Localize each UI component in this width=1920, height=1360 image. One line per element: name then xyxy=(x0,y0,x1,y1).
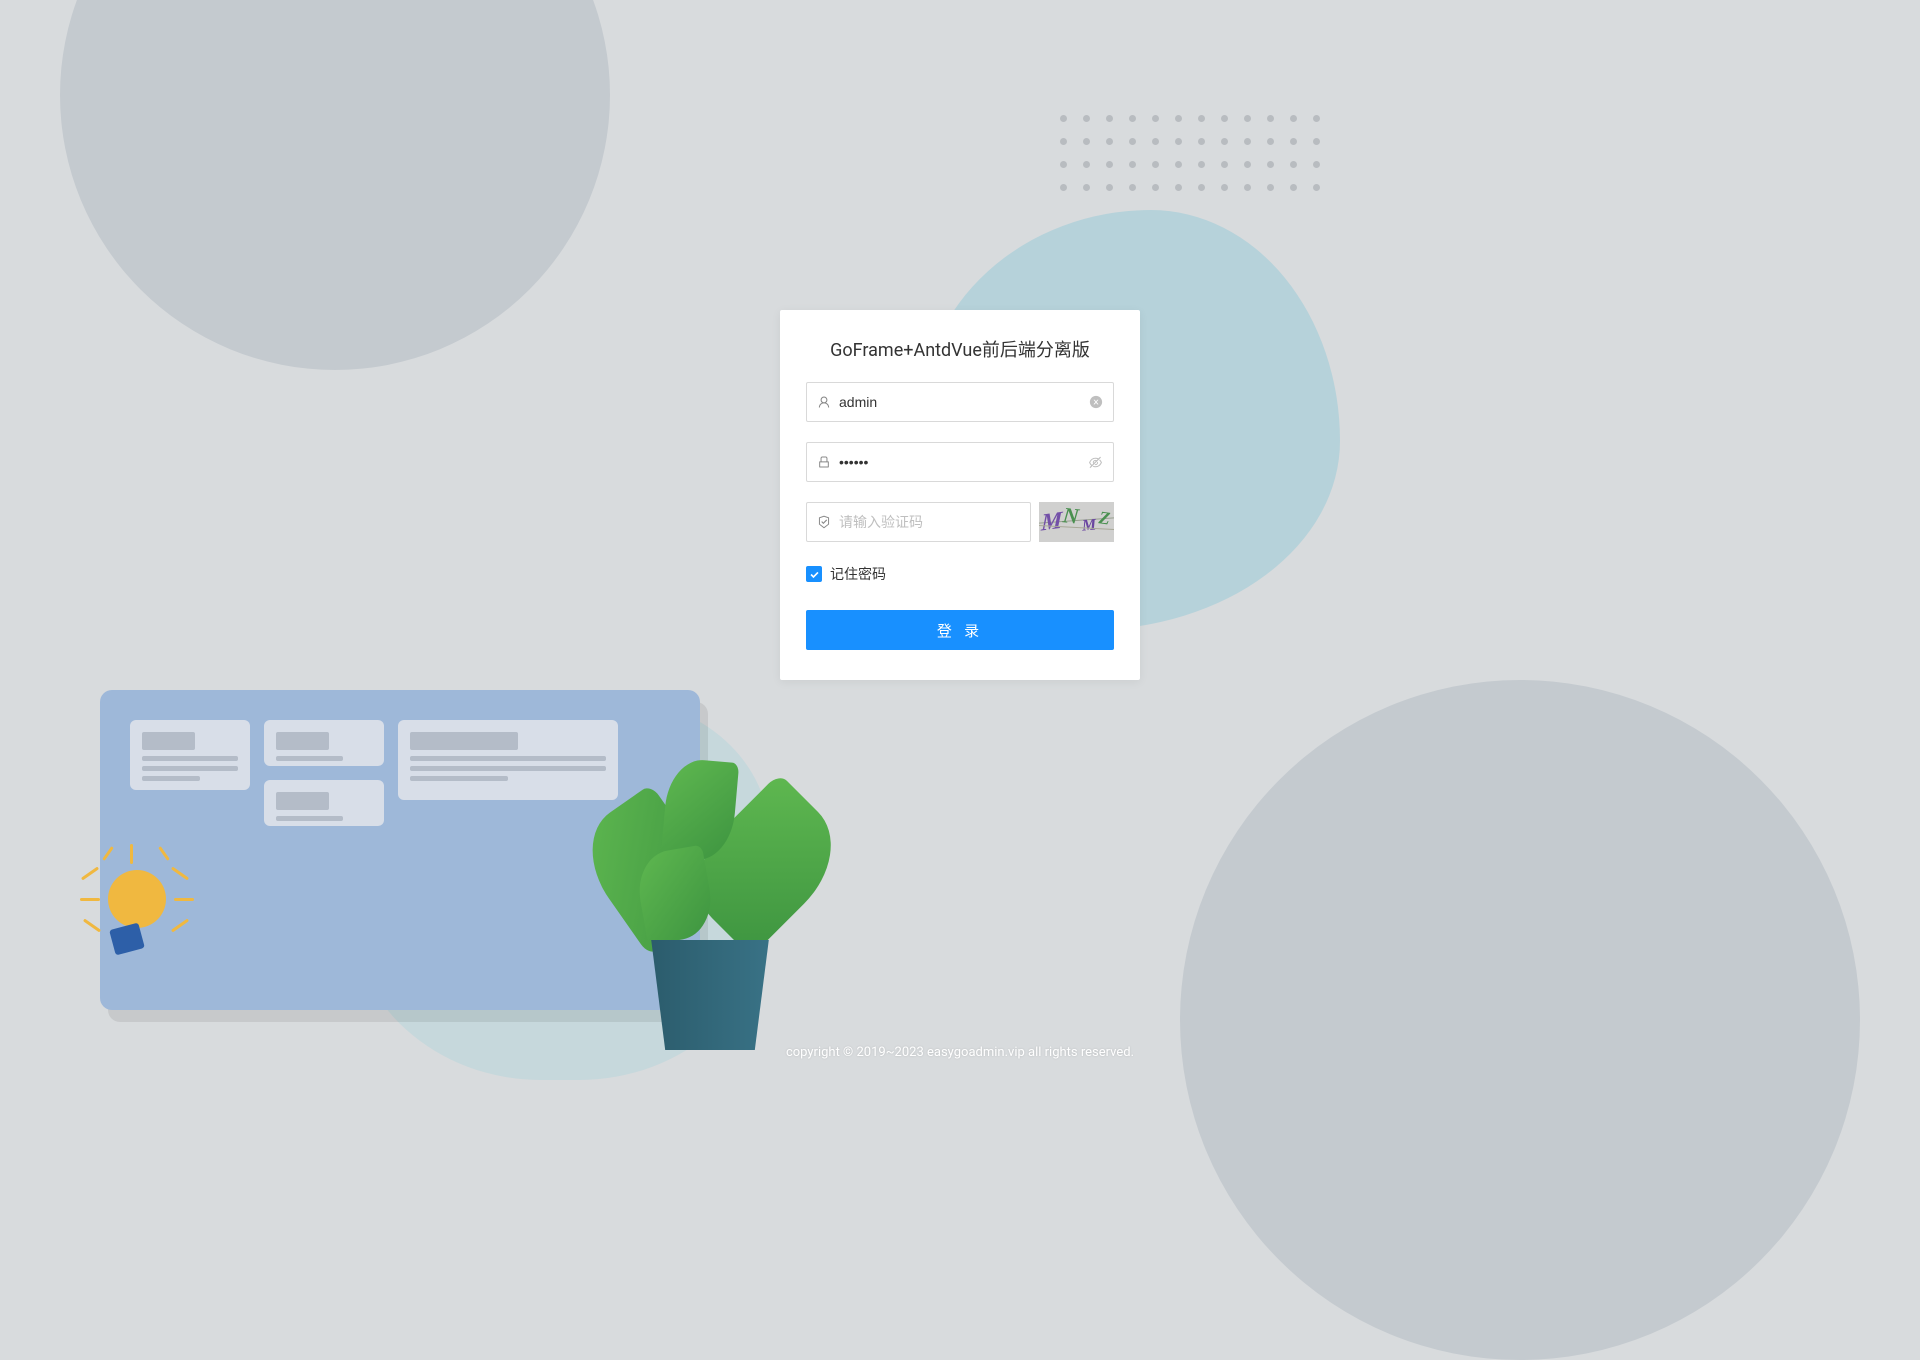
captcha-field-wrap[interactable] xyxy=(806,502,1031,542)
eye-invisible-icon[interactable] xyxy=(1088,455,1103,470)
remember-row: 记住密码 xyxy=(806,564,1114,584)
shield-icon xyxy=(817,515,831,529)
username-field-wrap[interactable] xyxy=(806,382,1114,422)
login-card: GoFrame+AntdVue前后端分离版 MNMZ xyxy=(780,310,1140,680)
username-input[interactable] xyxy=(839,383,1089,421)
captcha-image[interactable]: MNMZ xyxy=(1039,502,1114,542)
remember-label: 记住密码 xyxy=(830,564,886,584)
password-field-wrap[interactable] xyxy=(806,442,1114,482)
password-input[interactable] xyxy=(839,443,1088,481)
bg-blob-2 xyxy=(1180,680,1860,1360)
footer-text: copyright © 2019~2023 easygoadmin.vip al… xyxy=(0,1045,1920,1060)
captcha-input[interactable] xyxy=(839,503,1020,541)
login-button[interactable]: 登 录 xyxy=(806,610,1114,650)
user-icon xyxy=(817,395,831,409)
decorative-illustration xyxy=(70,530,850,930)
dot-grid-decoration xyxy=(1060,115,1320,191)
remember-checkbox[interactable] xyxy=(806,566,822,582)
bg-blob-1 xyxy=(60,0,610,370)
clear-icon[interactable] xyxy=(1089,395,1103,409)
lock-icon xyxy=(817,455,831,469)
login-title: GoFrame+AntdVue前后端分离版 xyxy=(806,336,1114,362)
